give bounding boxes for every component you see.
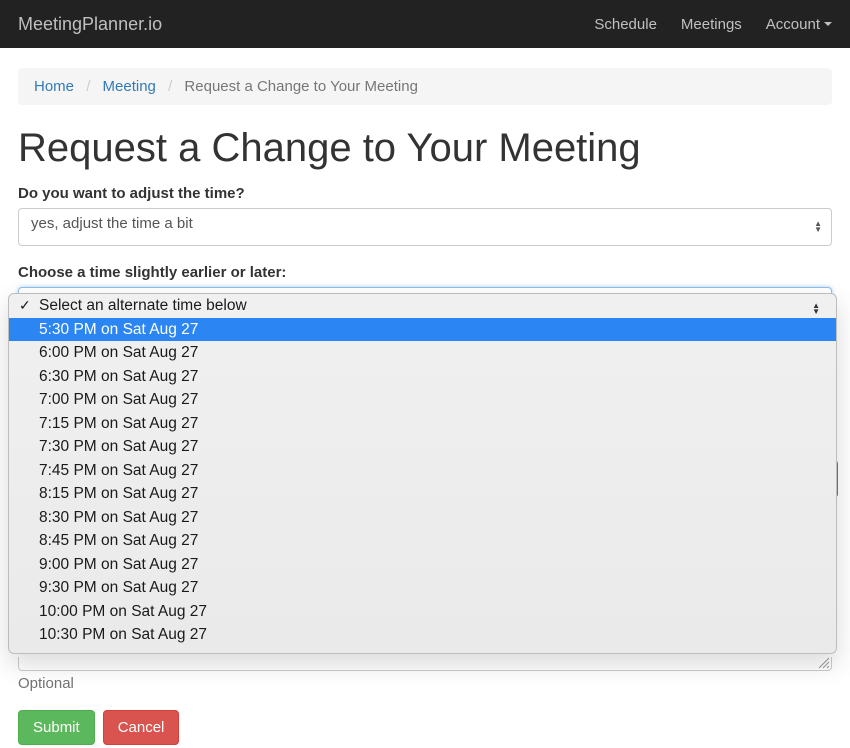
- alternate-time-option[interactable]: 8:15 PM on Sat Aug 27: [9, 482, 836, 506]
- page-title: Request a Change to Your Meeting: [18, 125, 832, 171]
- breadcrumb-current: Request a Change to Your Meeting: [184, 78, 418, 95]
- alternate-time-dropdown[interactable]: Select an alternate time below5:30 PM on…: [8, 293, 837, 654]
- breadcrumb-sep: /: [86, 78, 90, 95]
- alternate-time-option[interactable]: Select an alternate time below: [9, 294, 836, 318]
- breadcrumb-home[interactable]: Home: [34, 78, 74, 95]
- nav-account-dropdown[interactable]: Account: [766, 16, 832, 33]
- breadcrumb: Home / Meeting / Request a Change to You…: [18, 68, 832, 105]
- main-container: Home / Meeting / Request a Change to You…: [0, 68, 850, 745]
- adjust-time-label: Do you want to adjust the time?: [18, 185, 832, 202]
- alternate-time-group: Choose a time slightly earlier or later:…: [18, 264, 832, 325]
- breadcrumb-sep: /: [168, 78, 172, 95]
- resize-handle-icon[interactable]: [818, 657, 830, 669]
- breadcrumb-meeting[interactable]: Meeting: [103, 78, 156, 95]
- alternate-time-option[interactable]: 7:00 PM on Sat Aug 27: [9, 388, 836, 412]
- alternate-time-option[interactable]: 10:30 PM on Sat Aug 27: [9, 623, 836, 647]
- notes-textarea[interactable]: [18, 657, 832, 671]
- alternate-time-label: Choose a time slightly earlier or later:: [18, 264, 832, 281]
- alternate-time-option[interactable]: 7:45 PM on Sat Aug 27: [9, 459, 836, 483]
- navbar: MeetingPlanner.io Schedule Meetings Acco…: [0, 0, 850, 48]
- alternate-time-option[interactable]: 8:30 PM on Sat Aug 27: [9, 506, 836, 530]
- form-buttons: Submit Cancel: [18, 710, 832, 745]
- alternate-time-option[interactable]: 9:30 PM on Sat Aug 27: [9, 576, 836, 600]
- alternate-time-option[interactable]: 7:30 PM on Sat Aug 27: [9, 435, 836, 459]
- brand-link[interactable]: MeetingPlanner.io: [18, 14, 162, 35]
- nav-meetings[interactable]: Meetings: [681, 16, 742, 33]
- alternate-time-option[interactable]: 8:45 PM on Sat Aug 27: [9, 529, 836, 553]
- submit-button[interactable]: Submit: [18, 710, 95, 745]
- alternate-time-option[interactable]: 5:30 PM on Sat Aug 27: [9, 318, 836, 342]
- caret-down-icon: [824, 22, 832, 26]
- alternate-time-option[interactable]: 7:15 PM on Sat Aug 27: [9, 412, 836, 436]
- alternate-time-option[interactable]: 9:00 PM on Sat Aug 27: [9, 553, 836, 577]
- adjust-time-select[interactable]: yes, adjust the time a bit: [18, 208, 832, 246]
- alternate-time-option[interactable]: 6:30 PM on Sat Aug 27: [9, 365, 836, 389]
- adjust-time-group: Do you want to adjust the time? yes, adj…: [18, 185, 832, 246]
- navbar-nav: Schedule Meetings Account: [594, 16, 832, 33]
- alternate-time-option[interactable]: 6:00 PM on Sat Aug 27: [9, 341, 836, 365]
- cancel-button[interactable]: Cancel: [103, 710, 180, 745]
- nav-account-label: Account: [766, 16, 820, 33]
- optional-help-text: Optional: [18, 675, 832, 692]
- nav-schedule[interactable]: Schedule: [594, 16, 657, 33]
- alternate-time-option[interactable]: 10:00 PM on Sat Aug 27: [9, 600, 836, 624]
